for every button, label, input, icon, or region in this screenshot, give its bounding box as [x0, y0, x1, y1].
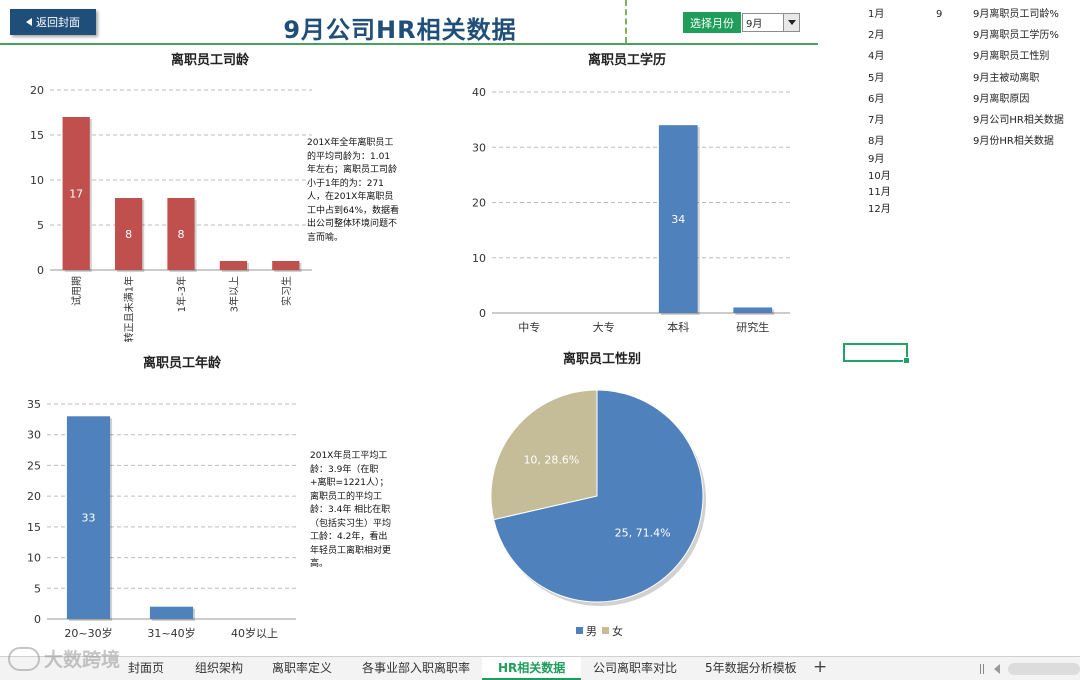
list-item: 9月 [868, 154, 885, 166]
y-tick-label: 0 [37, 264, 44, 277]
list-item: 4月 9月离职员工性别 [868, 51, 1050, 63]
tab-split-handle[interactable] [980, 664, 984, 674]
legend-label: 男 [586, 625, 597, 638]
x-tick-label: 大专 [593, 320, 615, 334]
tab-hr-data[interactable]: HR相关数据 [482, 657, 582, 680]
chart-title: 离职员工年龄 [143, 355, 222, 371]
bar [219, 261, 248, 270]
x-tick-label: 中专 [518, 320, 540, 334]
watermark-logo-icon [8, 646, 40, 671]
scroll-left-icon[interactable] [994, 664, 1000, 674]
legend-swatch [602, 627, 609, 634]
list-item: 2月 9月离职员工学历% [868, 30, 1059, 42]
tab-division-turnover[interactable]: 各事业部入职离职率 [362, 657, 470, 680]
y-tick-label: 35 [27, 398, 41, 411]
month-dropdown[interactable]: 9月 [742, 13, 800, 32]
back-arrow-icon [26, 18, 32, 26]
month-dropdown-value: 9月 [746, 19, 763, 30]
header-divider [625, 0, 627, 43]
select-month-button[interactable]: 选择月份 [683, 12, 741, 33]
tab-company-turnover-compare[interactable]: 公司离职率对比 [593, 657, 677, 680]
tab-5year-template[interactable]: 5年数据分析模板 [705, 657, 797, 680]
side-month-list: 1月 9 9月离职员工司龄% 2月 9月离职员工学历% 4月 9月离职员工性别 5月 9月… [840, 4, 1080, 218]
chart-title: 离职员工性别 [563, 351, 641, 367]
bar [272, 261, 300, 270]
y-tick-label: 25 [27, 459, 41, 472]
add-sheet-icon[interactable]: + [813, 657, 827, 678]
y-tick-label: 15 [30, 129, 44, 142]
x-tick-label: 本科 [667, 320, 689, 334]
watermark-text: 大数跨境 [44, 649, 121, 671]
x-tick-label: 转正且未满1年 [123, 276, 136, 342]
legend-swatch [576, 627, 583, 634]
x-tick-label: 试用期 [70, 276, 83, 306]
list-item: 12月 [868, 203, 891, 215]
y-tick-label: 10 [27, 552, 41, 565]
back-to-cover-button[interactable]: 返回封面 [10, 9, 96, 35]
chart-title: 离职员工司龄 [171, 52, 250, 68]
y-tick-label: 10 [472, 252, 486, 265]
list-item: 6月 9月离职原因 [868, 93, 1030, 105]
tab-org-structure[interactable]: 组织架构 [195, 657, 243, 680]
bar [733, 307, 773, 313]
y-tick-label: 0 [34, 613, 41, 626]
chevron-down-icon[interactable] [783, 14, 799, 31]
list-item: 11月 [868, 187, 891, 199]
list-item: 10月 [868, 170, 891, 182]
y-tick-label: 30 [472, 141, 486, 154]
tab-turnover-definition[interactable]: 离职率定义 [272, 657, 332, 680]
tenure-note: 201X年全年离职员工的平均司龄为：1.01年左右；离职员工司龄小于1年的为：2… [307, 138, 400, 243]
list-item: 8月 9月份HR相关数据 [868, 136, 1054, 148]
gender-pie-chart: 离职员工性别 25, 71.4% 10, 28.6% 男 女 [490, 351, 706, 638]
data-label: 25, 71.4% [615, 526, 671, 539]
watermark: 大数跨境 [8, 645, 120, 672]
y-tick-label: 20 [27, 490, 41, 503]
x-tick-label: 20~30岁 [64, 626, 112, 640]
list-item: 1月 9 9月离职员工司龄% [868, 9, 1059, 20]
horizontal-scrollbar[interactable] [1008, 663, 1080, 675]
data-label: 33 [82, 512, 96, 525]
list-item: 7月 9月公司HR相关数据 [868, 114, 1064, 126]
page-title: 9月公司HR相关数据 [283, 16, 517, 44]
y-tick-label: 5 [37, 219, 44, 232]
chart-title: 离职员工学历 [588, 52, 666, 68]
data-label: 34 [671, 213, 685, 226]
y-tick-label: 20 [472, 197, 486, 210]
y-tick-label: 20 [30, 84, 44, 97]
y-tick-label: 15 [27, 521, 41, 534]
y-tick-label: 0 [479, 307, 486, 320]
x-tick-label: 实习生 [280, 276, 293, 306]
list-item: 5月 9月主被动离职 [868, 72, 1040, 84]
x-tick-label: 3年以上 [227, 276, 240, 312]
y-tick-label: 5 [34, 582, 41, 595]
y-tick-label: 10 [30, 174, 44, 187]
data-label: 8 [125, 228, 132, 241]
tab-cover[interactable]: 封面页 [128, 657, 164, 680]
data-label: 17 [69, 188, 83, 201]
legend-label: 女 [612, 624, 623, 638]
x-tick-label: 研究生 [736, 320, 769, 334]
data-label: 8 [178, 228, 185, 241]
back-button-label: 返回封面 [36, 16, 80, 29]
sheet-tab-bar: 封面页 组织架构 离职率定义 各事业部入职离职率 HR相关数据 公司离职率对比 … [0, 656, 1080, 680]
age-note: 201X年员工平均工龄：3.9年（在职+离职=1221人）；离职员工的平均工龄：… [310, 451, 392, 569]
bar [149, 606, 194, 619]
education-bar-chart: 离职员工学历 0 10 20 30 40 中专 大专 34 本科 研究生 [472, 52, 790, 334]
x-tick-label: 1年-3年 [175, 276, 188, 312]
y-tick-label: 40 [472, 86, 486, 99]
data-label: 10, 28.6% [523, 454, 579, 467]
x-tick-label: 31~40岁 [147, 626, 195, 640]
selected-cell[interactable] [843, 343, 910, 364]
x-tick-label: 40岁以上 [231, 626, 278, 640]
y-tick-label: 30 [27, 429, 41, 442]
